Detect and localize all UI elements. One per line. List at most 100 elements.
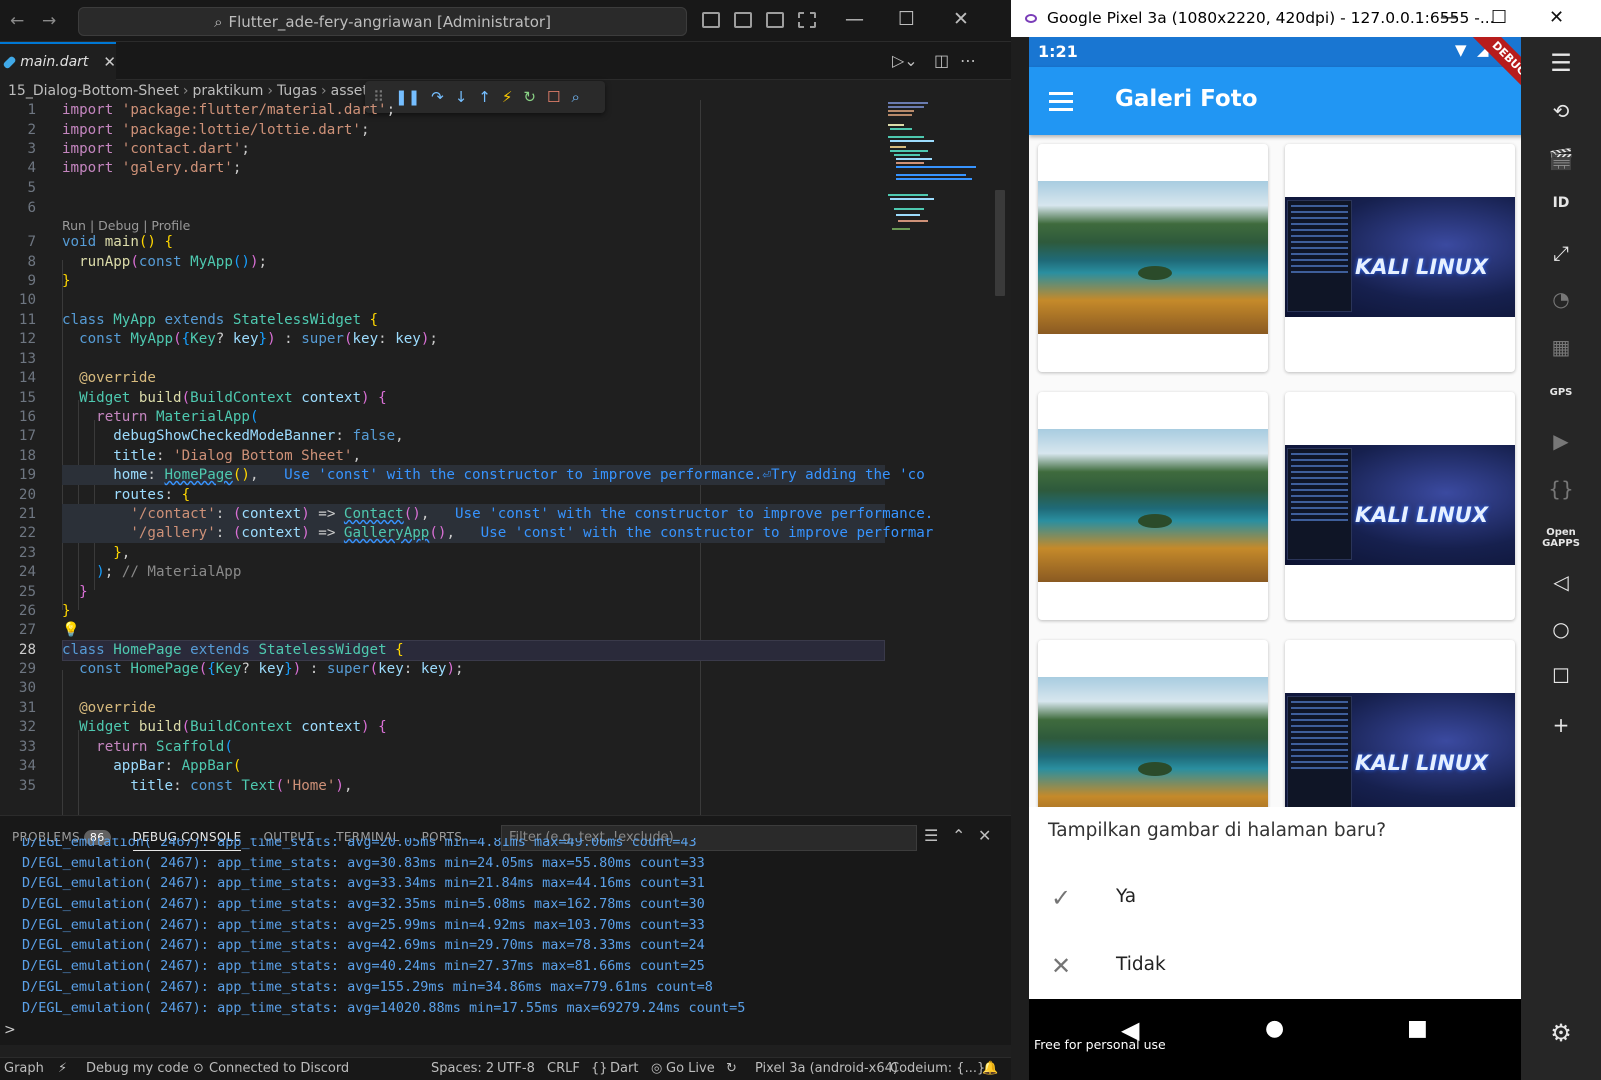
status-graph[interactable]: Graph [4, 1061, 44, 1076]
status-encoding[interactable]: UTF-8 [497, 1061, 535, 1076]
code-line: 15 Widget build(BuildContext context) { [18, 390, 387, 406]
codelens-run-debug-profile[interactable]: Run | Debug | Profile [62, 218, 190, 233]
nav-home-icon[interactable]: ● [1265, 1016, 1284, 1041]
kali-logo-text: KALI LINUX [1355, 751, 1489, 775]
code-line: 17 debugShowCheckedModeBanner: false, [18, 428, 404, 444]
status-time: 1:21 [1038, 42, 1078, 61]
status-go-live[interactable]: Go Live [666, 1061, 715, 1076]
gps-icon[interactable]: GPS [1541, 387, 1581, 398]
lint-hint: Use 'const' with the constructor to impr… [454, 506, 934, 522]
wifi-icon: ▼ [1455, 41, 1467, 59]
close-tab-icon[interactable]: ✕ [103, 53, 116, 71]
gallery-card[interactable]: KALI LINUX [1285, 392, 1515, 620]
code-editor[interactable]: 1 import 'package:flutter/material.dart';… [0, 100, 990, 815]
toggle-secondary-sidebar-icon[interactable] [766, 12, 784, 28]
breadcrumb-item[interactable]: Tugas [277, 83, 317, 99]
run-debug-icon[interactable]: ▷⌄ [892, 51, 918, 70]
editor-scrollbar[interactable] [995, 190, 1005, 296]
id-icon[interactable]: ID [1541, 195, 1581, 211]
code-line: 18 title: 'Dialog Bottom Sheet', [18, 448, 361, 464]
phone-screen: 1:21 ▼ ◢ ▮ Galeri Foto DEBUG KALI LINUX [1029, 37, 1534, 1080]
breadcrumb-item[interactable]: praktikum [192, 83, 263, 99]
kali-logo-text: KALI LINUX [1355, 503, 1489, 527]
golive-icon: ◎ [651, 1061, 663, 1076]
code-line: 19 home: HomePage(), Use 'const' with th… [18, 467, 925, 483]
minimap[interactable] [888, 100, 990, 240]
status-language[interactable]: Dart [610, 1061, 638, 1076]
customize-layout-icon[interactable] [798, 12, 816, 28]
code-line: 16 return MaterialApp( [18, 409, 259, 425]
back-arrow-icon[interactable]: ← [10, 11, 24, 31]
status-bar: Graph ⚡ Debug my code ⊙ Connected to Dis… [0, 1057, 1011, 1080]
more-actions-icon[interactable]: ⋯ [960, 51, 976, 70]
status-codeium[interactable]: Codeium: {...} [890, 1061, 985, 1076]
split-editor-icon[interactable]: ◫ [934, 51, 949, 70]
code-icon[interactable]: {} [1541, 477, 1581, 501]
rotate-icon[interactable]: ⟲ [1541, 99, 1581, 123]
tab-label: main.dart [20, 54, 89, 70]
maximize-icon[interactable]: ☐ [898, 8, 915, 30]
code-line: 35 title: const Text('Home'), [18, 778, 353, 794]
sync-icon: ↻ [726, 1061, 737, 1076]
media-icon[interactable]: ▶ [1541, 429, 1581, 453]
kali-photo: KALI LINUX [1285, 693, 1515, 813]
close-window-icon[interactable]: ✕ [953, 8, 969, 30]
discord-icon: ⊙ [193, 1061, 204, 1076]
close-window-icon[interactable]: ✕ [1549, 7, 1564, 28]
settings-icon[interactable]: ⚙ [1541, 1019, 1581, 1047]
phone-icon[interactable]: ▦ [1541, 335, 1581, 359]
code-line: 30 [18, 680, 36, 696]
code-line: 1 import 'package:flutter/material.dart'; [27, 102, 396, 118]
gallery-card[interactable]: KALI LINUX [1285, 144, 1515, 372]
hamburger-menu-icon[interactable] [1049, 92, 1073, 116]
status-eol[interactable]: CRLF [547, 1061, 580, 1076]
close-icon: ✕ [1051, 952, 1072, 980]
code-line: 6 [27, 200, 36, 216]
breadcrumb: 15_Dialog-Bottom-Sheet›praktikum›Tugas›a… [8, 83, 407, 99]
rss-icon[interactable]: ◔ [1541, 287, 1581, 311]
back-icon[interactable]: ◁ [1541, 570, 1581, 594]
breadcrumb-item[interactable]: 15_Dialog-Bottom-Sheet [8, 83, 179, 99]
vscode-window: ← → ⌕ Flutter_ade-fery-angriawan [Admini… [0, 0, 1011, 1080]
android-status-bar: 1:21 ▼ ◢ ▮ [1029, 37, 1534, 67]
toggle-panel-icon[interactable] [734, 12, 752, 28]
gallery-card[interactable] [1038, 392, 1268, 620]
opengapps-icon[interactable]: Open GAPPS [1541, 527, 1581, 549]
code-line: 5 [27, 180, 36, 196]
code-line: 32 Widget build(BuildContext context) { [18, 719, 387, 735]
code-line: 11 class MyApp extends StatelessWidget { [18, 312, 379, 328]
code-line: 28 class HomePage extends StatelessWidget… [18, 642, 404, 658]
console-line: D/EGL_emulation( 2467): app_time_stats: … [22, 838, 697, 850]
status-device[interactable]: Pixel 3a (android-x64) [755, 1061, 898, 1076]
forward-arrow-icon[interactable]: → [42, 11, 56, 31]
resize-icon[interactable]: ⤢ [1541, 241, 1581, 265]
gallery-card[interactable] [1038, 144, 1268, 372]
status-debug-mode[interactable]: Debug my code [86, 1061, 189, 1076]
code-line: 21 '/contact': (context) => Contact(), U… [18, 506, 934, 522]
console-line: D/EGL_emulation( 2467): app_time_stats: … [22, 978, 713, 995]
camera-icon[interactable]: 🎬 [1541, 147, 1581, 171]
minimize-icon[interactable]: — [1440, 7, 1458, 28]
console-line: D/EGL_emulation( 2467): app_time_stats: … [22, 854, 705, 871]
status-spaces[interactable]: Spaces: 2 [431, 1061, 494, 1076]
toggle-sidebar-icon[interactable] [702, 12, 720, 28]
status-discord[interactable]: Connected to Discord [209, 1061, 349, 1076]
console-input-prompt[interactable]: > [4, 1022, 16, 1038]
lightbulb-icon[interactable]: 💡 [62, 620, 80, 640]
plus-icon[interactable]: + [1541, 713, 1581, 737]
minimize-icon[interactable]: — [845, 8, 864, 30]
option-ya[interactable]: ✓ Ya [1029, 866, 1534, 928]
menu-icon[interactable]: ☰ [1541, 49, 1581, 77]
notifications-icon[interactable]: 🔔 [982, 1061, 998, 1076]
code-line: 25 } [18, 584, 88, 600]
command-center[interactable]: ⌕ Flutter_ade-fery-angriawan [Administra… [78, 7, 687, 36]
tab-main-dart[interactable]: main.dart ✕ [0, 42, 116, 80]
bottom-panel: PROBLEMS 86 DEBUG CONSOLE OUTPUT TERMINAL… [0, 815, 1011, 1045]
recents-icon[interactable]: ☐ [1541, 664, 1581, 688]
home-icon[interactable]: ○ [1541, 617, 1581, 641]
option-tidak[interactable]: ✕ Tidak [1029, 934, 1534, 996]
maximize-icon[interactable]: ☐ [1491, 7, 1507, 28]
nav-recents-icon[interactable]: ■ [1407, 1016, 1428, 1041]
console-line: D/EGL_emulation( 2467): app_time_stats: … [22, 999, 746, 1016]
emulator-sidebar: ☰ ⟲ 🎬 ID ⤢ ◔ ▦ GPS ▶ {} Open GAPPS ◁ ○ ☐… [1521, 37, 1601, 1080]
